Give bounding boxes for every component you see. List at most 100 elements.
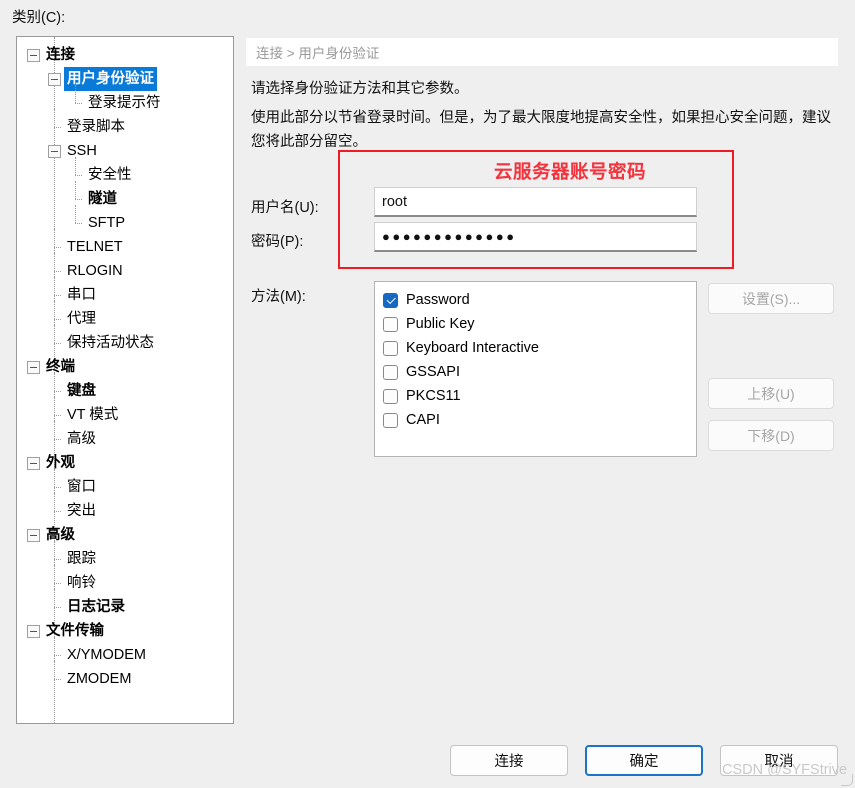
tree-item-label: 窗口	[67, 479, 96, 495]
method-row[interactable]: CAPI	[383, 408, 696, 432]
tree-branch-icon	[48, 660, 61, 686]
tree-item-label: 用户身份验证	[64, 67, 157, 91]
tree-item-label: 登录提示符	[88, 95, 161, 111]
tree-item-label: 隧道	[88, 191, 117, 207]
methods-label: 方法(M):	[251, 289, 306, 305]
tree-item[interactable]: 高级	[17, 523, 233, 547]
method-row[interactable]: Password	[383, 288, 696, 312]
tree-item[interactable]: ZMODEM	[17, 660, 233, 691]
tree-collapse-icon[interactable]	[27, 360, 40, 374]
annotation-label: 云服务器账号密码	[494, 161, 647, 182]
breadcrumb-text: 连接 > 用户身份验证	[256, 46, 380, 61]
tree-item-label: 保持活动状态	[67, 335, 154, 351]
category-tree-panel[interactable]: 连接用户身份验证登录提示符登录脚本 SSH 安全性隧道 SFTP TELNET RLOGI…	[16, 36, 234, 724]
tree-item[interactable]: 终端	[17, 355, 233, 379]
method-label: CAPI	[406, 412, 440, 428]
checkbox-unchecked-icon[interactable]	[383, 388, 398, 404]
tree-branch-icon	[48, 492, 61, 518]
tree-item[interactable]: 键盘	[17, 372, 233, 403]
tree-item[interactable]: VT 模式	[17, 396, 233, 427]
tree-item[interactable]: 文件传输	[17, 619, 233, 643]
tree-item[interactable]: TELNET	[17, 228, 233, 259]
tree-collapse-icon[interactable]	[48, 72, 61, 86]
tree-item[interactable]: 高级	[17, 420, 233, 451]
tree-item-label: VT 模式	[67, 407, 119, 423]
checkbox-checked-icon[interactable]	[383, 292, 398, 308]
tree-branch-icon	[69, 84, 82, 110]
tree-item[interactable]: 代理	[17, 300, 233, 331]
checkbox-unchecked-icon[interactable]	[383, 364, 398, 380]
move-down-button[interactable]: 下移(D)	[708, 420, 834, 451]
method-row[interactable]: Keyboard Interactive	[383, 336, 696, 360]
method-label: Keyboard Interactive	[406, 340, 539, 356]
tree-item-label: 串口	[67, 287, 96, 303]
password-label: 密码(P):	[251, 234, 304, 250]
tree-item[interactable]: 响铃	[17, 564, 233, 595]
tree-collapse-icon[interactable]	[27, 48, 40, 62]
tree-item[interactable]: RLOGIN	[17, 252, 233, 283]
tree-item-label: SSH	[67, 143, 97, 159]
tree-item-label: 文件传输	[46, 623, 104, 639]
tree-item[interactable]: X/YMODEM	[17, 636, 233, 667]
tree-item[interactable]: SFTP	[17, 204, 233, 235]
method-label: Password	[406, 292, 470, 308]
tree-item[interactable]: 连接	[17, 43, 233, 67]
checkbox-unchecked-icon[interactable]	[383, 316, 398, 332]
methods-list[interactable]: Password Public Key Keyboard Interactive GS…	[374, 281, 697, 457]
tree-item[interactable]: 安全性	[17, 156, 233, 187]
tree-branch-icon	[48, 588, 61, 614]
tree-item[interactable]: 外观	[17, 451, 233, 475]
tree-item[interactable]: 跟踪	[17, 540, 233, 571]
category-label: 类别(C):	[12, 10, 66, 26]
tree-branch-icon	[48, 108, 61, 134]
watermark: CSDN @SYFStrive	[722, 762, 848, 778]
tree-item[interactable]: 用户身份验证	[17, 67, 233, 91]
ok-button[interactable]: 确定	[585, 745, 703, 776]
tree-item-label: 登录脚本	[67, 119, 125, 135]
connect-button[interactable]: 连接	[450, 745, 568, 776]
move-up-button[interactable]: 上移(U)	[708, 378, 834, 409]
tree-item-label: ZMODEM	[67, 671, 132, 687]
tree-collapse-icon[interactable]	[27, 624, 40, 638]
username-label: 用户名(U):	[251, 200, 319, 216]
tree-item-label: SFTP	[88, 215, 126, 231]
username-input[interactable]	[374, 187, 697, 217]
resize-grip[interactable]	[841, 774, 853, 786]
tree-item[interactable]: 登录提示符	[17, 84, 233, 115]
settings-button[interactable]: 设置(S)...	[708, 283, 834, 314]
tree-item-label: TELNET	[67, 239, 123, 255]
tree-item-label: 连接	[46, 47, 75, 63]
checkbox-unchecked-icon[interactable]	[383, 340, 398, 356]
method-label: PKCS11	[406, 388, 461, 404]
method-label: GSSAPI	[406, 364, 460, 380]
tree-collapse-icon[interactable]	[27, 528, 40, 542]
tree-item-label: 日志记录	[67, 599, 125, 615]
description-line-2: 使用此部分以节省登录时间。但是，为了最大限度地提高安全性，如果担心安全问题，建议…	[251, 110, 831, 150]
tree-item-label: RLOGIN	[67, 263, 123, 279]
password-input[interactable]	[374, 222, 697, 252]
tree-item[interactable]: 日志记录	[17, 588, 233, 619]
method-label: Public Key	[406, 316, 475, 332]
method-row[interactable]: GSSAPI	[383, 360, 696, 384]
description-line-1: 请选择身份验证方法和其它参数。	[251, 81, 469, 97]
tree-item[interactable]: 突出	[17, 492, 233, 523]
tree-item-label: 响铃	[67, 575, 96, 591]
tree-item-label: 高级	[46, 527, 75, 543]
tree-collapse-icon[interactable]	[27, 456, 40, 470]
tree-item[interactable]: 串口	[17, 276, 233, 307]
tree-item[interactable]: 登录脚本	[17, 108, 233, 139]
method-row[interactable]: Public Key	[383, 312, 696, 336]
tree-item[interactable]: 保持活动状态	[17, 324, 233, 355]
tree-collapse-icon[interactable]	[48, 144, 61, 158]
tree-item[interactable]: 隧道	[17, 180, 233, 211]
tree-item[interactable]: 窗口	[17, 468, 233, 499]
breadcrumb: 连接 > 用户身份验证	[246, 38, 838, 66]
tree-item-label: 高级	[67, 431, 96, 447]
tree-item-label: 外观	[46, 455, 75, 471]
tree-item-label: 安全性	[88, 167, 132, 183]
tree-item-label: 代理	[67, 311, 96, 327]
tree-item[interactable]: SSH	[17, 139, 233, 163]
method-row[interactable]: PKCS11	[383, 384, 696, 408]
category-tree-list[interactable]: 连接用户身份验证登录提示符登录脚本 SSH 安全性隧道 SFTP TELNET RLOGI…	[17, 37, 233, 691]
checkbox-unchecked-icon[interactable]	[383, 412, 398, 428]
